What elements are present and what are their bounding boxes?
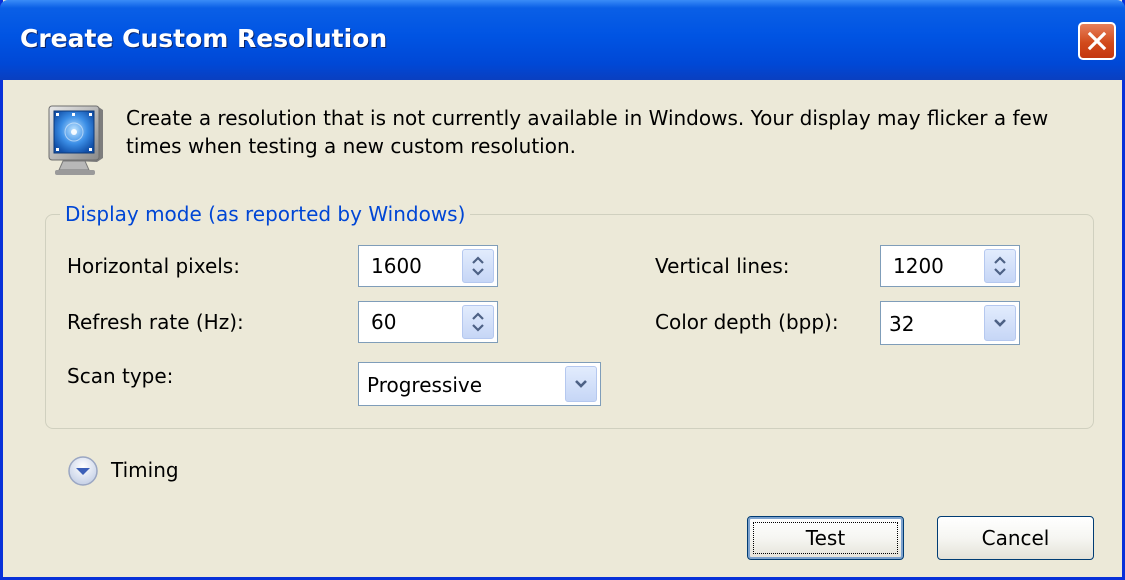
scan-type-select[interactable]: Progressive — [358, 362, 601, 406]
timing-label[interactable]: Timing — [111, 458, 179, 482]
monitor-icon — [48, 105, 103, 175]
refresh-rate-label: Refresh rate (Hz): — [67, 310, 244, 334]
horizontal-pixels-stepper[interactable]: 1600 — [358, 245, 498, 287]
vertical-lines-stepper[interactable]: 1200 — [880, 245, 1020, 287]
color-depth-value: 32 — [889, 312, 915, 336]
expand-circle-icon[interactable] — [67, 455, 99, 487]
color-depth-select[interactable]: 32 — [880, 301, 1020, 345]
cancel-button-label: Cancel — [981, 526, 1050, 550]
test-button[interactable]: Test — [747, 516, 904, 560]
close-icon — [1087, 31, 1107, 51]
refresh-rate-stepper[interactable]: 60 — [358, 301, 498, 343]
description-text: Create a resolution that is not currentl… — [126, 106, 1049, 158]
refresh-rate-value[interactable]: 60 — [371, 310, 396, 334]
cancel-button[interactable]: Cancel — [937, 516, 1094, 560]
color-depth-dropdown-button[interactable] — [984, 305, 1016, 341]
scan-type-label: Scan type: — [67, 364, 174, 388]
horizontal-pixels-label: Horizontal pixels: — [67, 254, 240, 278]
test-button-label: Test — [805, 526, 846, 550]
group-legend: Display mode (as reported by Windows) — [60, 202, 471, 226]
color-depth-label: Color depth (bpp): — [655, 310, 839, 334]
chevron-down-icon — [994, 319, 1006, 327]
spin-arrows[interactable] — [462, 249, 494, 283]
scan-type-value: Progressive — [367, 373, 483, 397]
vertical-lines-value[interactable]: 1200 — [893, 254, 944, 278]
vertical-lines-label: Vertical lines: — [655, 254, 790, 278]
window-title: Create Custom Resolution — [20, 24, 388, 53]
spin-arrows-icon — [472, 256, 484, 276]
spin-arrows[interactable] — [462, 305, 494, 339]
spin-arrows-icon — [472, 312, 484, 332]
dialog-window: Create Custom Resolution Create a resolu… — [0, 0, 1125, 580]
title-bar[interactable]: Create Custom Resolution — [0, 0, 1125, 80]
chevron-down-icon — [575, 380, 587, 388]
scan-type-dropdown-button[interactable] — [565, 366, 597, 402]
spin-arrows-icon — [994, 256, 1006, 276]
spin-arrows[interactable] — [984, 249, 1016, 283]
horizontal-pixels-value[interactable]: 1600 — [371, 254, 422, 278]
close-button[interactable] — [1078, 22, 1116, 60]
